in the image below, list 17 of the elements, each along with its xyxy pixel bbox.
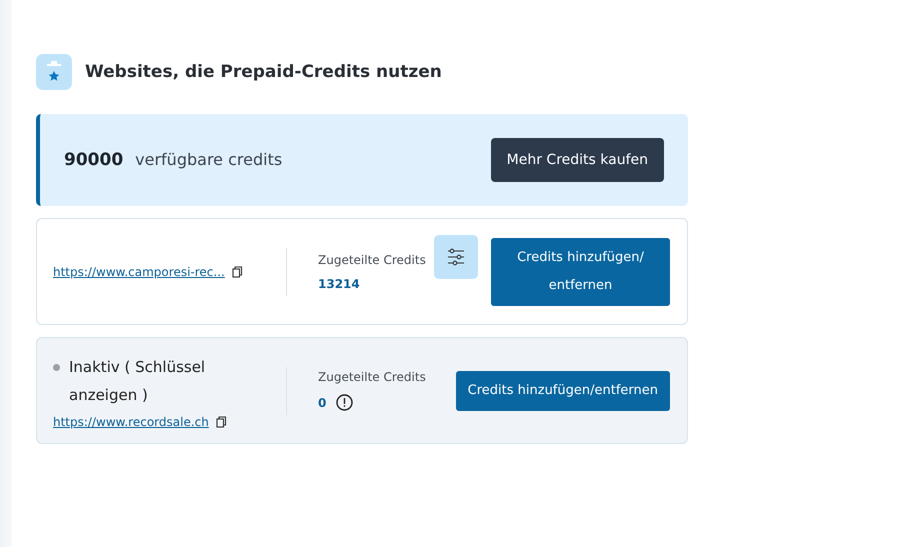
buy-credits-button[interactable]: Mehr Credits kaufen bbox=[490, 138, 664, 182]
copy-icon[interactable] bbox=[216, 416, 227, 428]
adjust-credits-button[interactable]: Credits hinzufügen/ entfernen bbox=[491, 238, 670, 306]
credits-label: Zugeteilte Credits bbox=[318, 370, 427, 384]
copy-icon[interactable] bbox=[232, 266, 243, 278]
adjust-credits-button[interactable]: Credits hinzufügen/entfernen bbox=[456, 370, 670, 410]
status-text: Inaktiv ( Schlüssel anzeigen ) bbox=[69, 356, 206, 406]
credits-value: 13214 bbox=[318, 276, 360, 290]
section-title: Websites, die Prepaid-Credits nutzen bbox=[85, 62, 442, 82]
settings-button[interactable] bbox=[434, 235, 478, 279]
credits-value: 0 bbox=[318, 396, 326, 410]
website-link[interactable]: https://www.camporesi-rec... bbox=[53, 264, 225, 278]
credit-label: verfügbare credits bbox=[135, 150, 282, 169]
credits-label: Zugeteilte Credits bbox=[318, 252, 427, 266]
website-link[interactable]: https://www.recordsale.ch bbox=[53, 414, 209, 428]
credit-amount: 90000 bbox=[64, 150, 124, 170]
sliders-icon bbox=[447, 248, 465, 266]
